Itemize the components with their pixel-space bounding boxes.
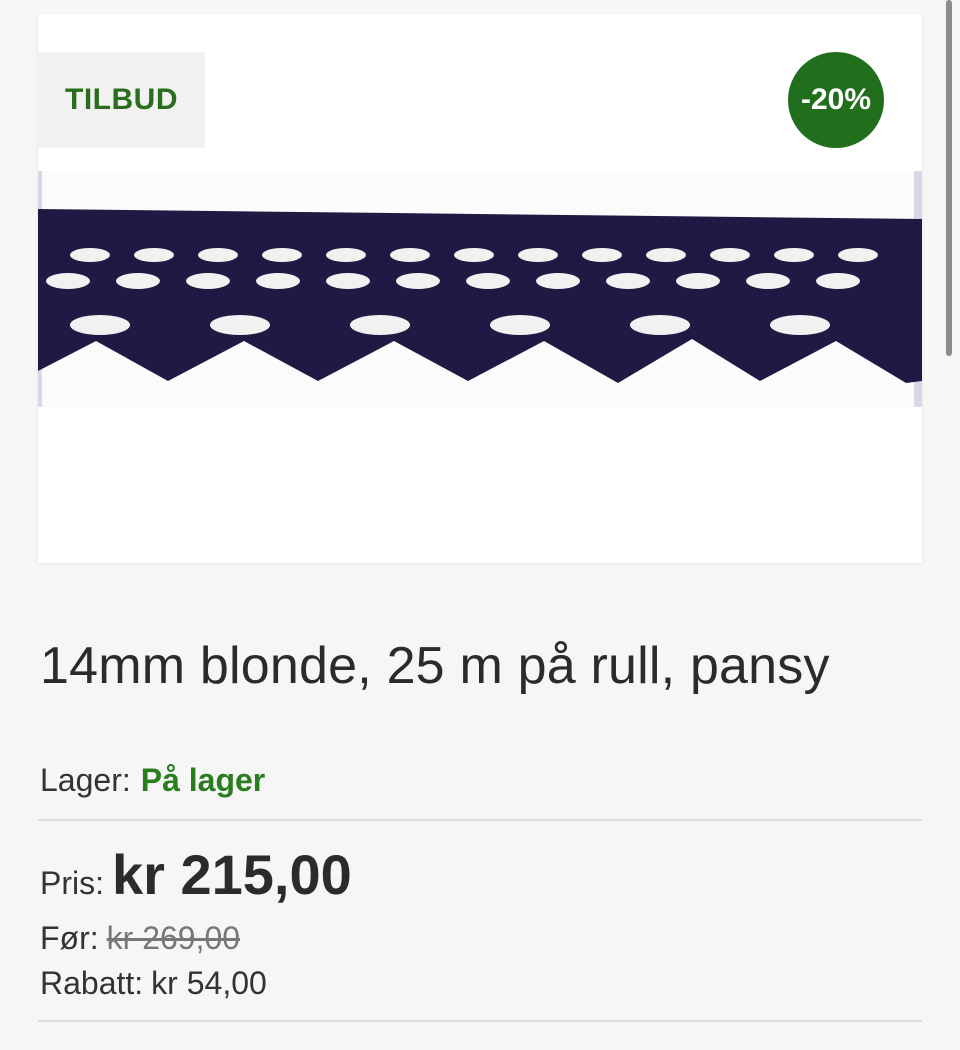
- lace-hole: [490, 315, 550, 335]
- sale-label: TILBUD: [38, 52, 205, 148]
- lace-hole: [46, 273, 90, 289]
- lace-hole: [396, 273, 440, 289]
- lace-hole: [582, 248, 622, 262]
- lace-hole: [116, 273, 160, 289]
- original-price-row: Før: kr 269,00: [40, 920, 240, 957]
- lace-hole: [466, 273, 510, 289]
- original-price-value: kr 269,00: [106, 920, 241, 956]
- page-scrollbar[interactable]: [946, 0, 952, 356]
- lace-band: [38, 209, 922, 383]
- price-label: Pris:: [40, 865, 104, 901]
- discount-row: Rabatt: kr 54,00: [40, 965, 267, 1002]
- divider: [38, 1020, 922, 1022]
- lace-hole: [262, 248, 302, 262]
- product-image-card[interactable]: TILBUD -20%: [38, 14, 922, 563]
- lace-hole: [256, 273, 300, 289]
- lace-hole: [536, 273, 580, 289]
- discount-label: Rabatt:: [40, 965, 144, 1001]
- lace-hole: [350, 315, 410, 335]
- lace-hole: [774, 248, 814, 262]
- lace-hole: [454, 248, 494, 262]
- lace-hole: [646, 248, 686, 262]
- discount-badge: -20%: [788, 52, 884, 148]
- lace-hole: [630, 315, 690, 335]
- lace-hole: [518, 248, 558, 262]
- lace-hole: [134, 248, 174, 262]
- lace-hole: [70, 248, 110, 262]
- lace-hole: [70, 315, 130, 335]
- price-row: Pris: kr 215,00: [40, 842, 352, 907]
- lace-hole: [198, 248, 238, 262]
- stock-status: På lager: [140, 762, 266, 798]
- discount-value: kr 54,00: [151, 965, 267, 1001]
- price-value: kr 215,00: [112, 843, 352, 906]
- lace-hole: [326, 248, 366, 262]
- original-price-label: Før:: [40, 920, 99, 956]
- stock-row: Lager: På lager: [40, 762, 265, 799]
- lace-hole: [390, 248, 430, 262]
- lace-hole: [676, 273, 720, 289]
- lace-hole: [816, 273, 860, 289]
- product-page: TILBUD -20% 14mm blonde, 25 m på rull, p…: [0, 0, 960, 1050]
- lace-hole: [210, 315, 270, 335]
- lace-hole: [770, 315, 830, 335]
- lace-hole: [606, 273, 650, 289]
- lace-hole: [186, 273, 230, 289]
- lace-hole: [326, 273, 370, 289]
- lace-hole: [746, 273, 790, 289]
- stock-label: Lager:: [40, 762, 131, 798]
- lace-hole: [838, 248, 878, 262]
- product-title: 14mm blonde, 25 m på rull, pansy: [40, 637, 830, 695]
- lace-trim-image: [38, 171, 922, 407]
- lace-hole: [710, 248, 750, 262]
- divider: [38, 819, 922, 821]
